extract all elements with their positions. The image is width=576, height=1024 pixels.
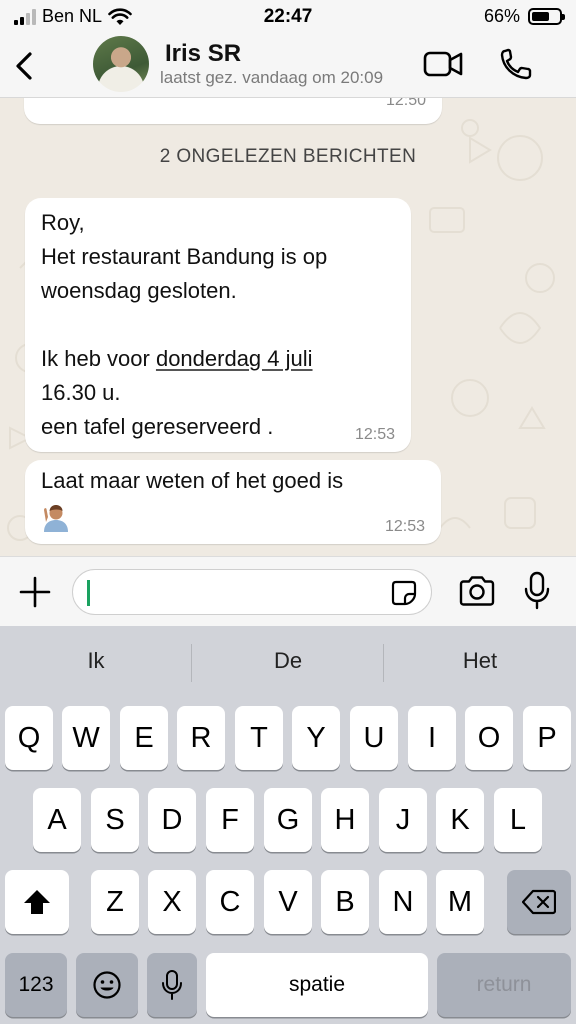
key-m[interactable]: M [436, 870, 484, 934]
chat-header: Iris SR laatst gez. vandaag om 20:09 [0, 34, 576, 98]
key-j[interactable]: J [379, 788, 427, 852]
chat-area[interactable]: 12:50 2 ONGELEZEN BERICHTEN Roy, Het res… [0, 98, 576, 556]
key-x[interactable]: X [148, 870, 196, 934]
key-v[interactable]: V [264, 870, 312, 934]
key-e[interactable]: E [120, 706, 168, 770]
suggestion-het[interactable]: Het [384, 648, 576, 674]
key-w[interactable]: W [62, 706, 110, 770]
message-input-bar [0, 556, 576, 626]
key-g[interactable]: G [264, 788, 312, 852]
return-key[interactable]: return [437, 953, 571, 1017]
message-input[interactable] [72, 569, 432, 615]
key-s[interactable]: S [91, 788, 139, 852]
numbers-key[interactable]: 123 [5, 953, 67, 1017]
microphone-icon [162, 970, 182, 1000]
message-time: 12:53 [354, 426, 395, 443]
key-p[interactable]: P [523, 706, 571, 770]
phone-call-icon[interactable] [496, 46, 540, 82]
camera-icon[interactable] [458, 575, 496, 607]
person-raising-hand-icon [44, 505, 68, 532]
back-icon[interactable] [10, 46, 40, 86]
key-r[interactable]: R [177, 706, 225, 770]
plus-icon[interactable] [18, 575, 52, 609]
key-l[interactable]: L [494, 788, 542, 852]
key-d[interactable]: D [148, 788, 196, 852]
status-bar: Ben NL 22:47 66% [0, 0, 576, 34]
text-cursor [87, 580, 90, 606]
battery-percentage: 66% [483, 6, 520, 26]
video-call-icon[interactable] [421, 46, 465, 82]
status-right: 66% [483, 6, 565, 27]
key-u[interactable]: U [350, 706, 398, 770]
last-seen-status: laatst gez. vandaag om 20:09 [160, 68, 412, 88]
suggestion-de[interactable]: De [192, 648, 384, 674]
space-key[interactable]: spatie [206, 953, 428, 1017]
shift-icon [24, 890, 50, 914]
dictation-key[interactable] [147, 953, 197, 1017]
suggestion-ik[interactable]: Ik [0, 648, 192, 674]
last-seen-text: laatst gez. vandaag om 20:09 [160, 68, 384, 87]
key-i[interactable]: I [408, 706, 456, 770]
message-text-part: Laat maar weten of het goed is [41, 468, 344, 493]
message-time: 12:50 [385, 98, 426, 109]
message-bubble[interactable]: Roy, Het restaurant Bandung is op woensd… [25, 198, 411, 452]
key-q[interactable]: Q [5, 706, 53, 770]
key-b[interactable]: B [321, 870, 369, 934]
shift-key[interactable] [5, 870, 69, 934]
backspace-key[interactable] [507, 870, 571, 934]
microphone-icon[interactable] [523, 571, 551, 611]
key-f[interactable]: F [206, 788, 254, 852]
contact-avatar[interactable] [93, 36, 149, 92]
message-text: Roy, Het restaurant Bandung is op woensd… [41, 206, 401, 444]
key-t[interactable]: T [235, 706, 283, 770]
sticker-icon[interactable] [391, 580, 417, 606]
unread-messages-banner: 2 ONGELEZEN BERICHTEN [159, 146, 417, 167]
message-bubble[interactable]: Laat maar weten of het goed is 12:53 [25, 460, 441, 544]
battery-icon [528, 8, 565, 25]
predictive-suggestions: Ik De Het [0, 626, 576, 700]
emoji-key[interactable] [76, 953, 138, 1017]
key-h[interactable]: H [321, 788, 369, 852]
previous-message-bubble[interactable]: 12:50 [24, 98, 442, 124]
key-n[interactable]: N [379, 870, 427, 934]
key-y[interactable]: Y [292, 706, 340, 770]
key-a[interactable]: A [33, 788, 81, 852]
battery-level-fill [532, 12, 550, 21]
message-time: 12:53 [384, 518, 425, 535]
emoji-icon [93, 971, 121, 999]
backspace-icon [522, 889, 556, 915]
key-o[interactable]: O [465, 706, 513, 770]
message-text: Laat maar weten of het goed is [41, 464, 433, 498]
key-c[interactable]: C [206, 870, 254, 934]
message-text-part: 16.30 u. een tafel gereserveerd . [41, 380, 274, 439]
contact-name[interactable]: Iris SR [165, 40, 241, 68]
key-k[interactable]: K [436, 788, 484, 852]
date-link[interactable]: donderdag 4 juli [156, 346, 313, 371]
key-z[interactable]: Z [91, 870, 139, 934]
keyboard: Ik De Het Q W E R T Y U I O P A S D F G … [0, 626, 576, 1024]
